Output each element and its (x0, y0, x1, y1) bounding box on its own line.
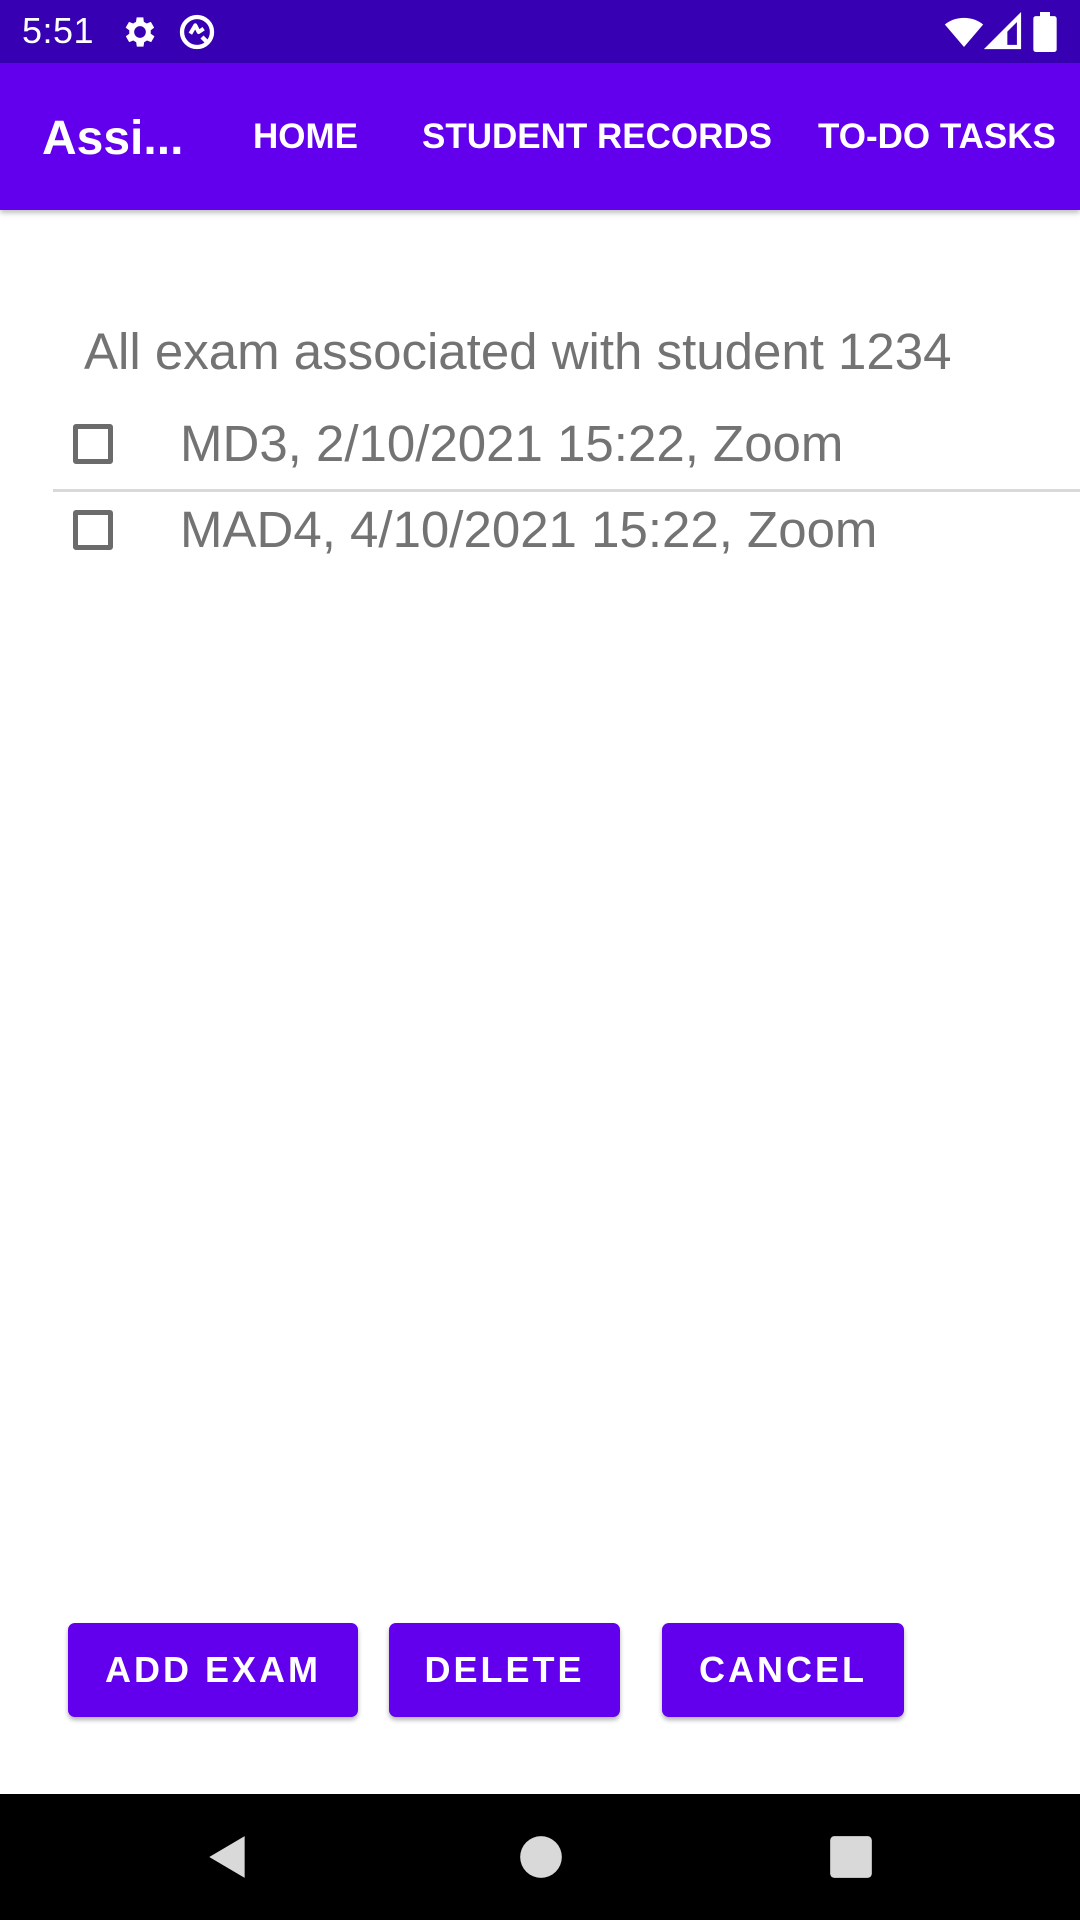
cell-signal-icon (984, 12, 1024, 52)
list-heading: All exam associated with student 1234 (84, 323, 952, 380)
exam-label: MD3, 2/10/2021 15:22, Zoom (180, 415, 844, 472)
exam-checkbox[interactable] (73, 510, 113, 550)
recents-icon[interactable] (826, 1832, 876, 1882)
delete-button[interactable]: DELETE (389, 1623, 620, 1717)
wifi-icon (944, 12, 984, 52)
exam-checkbox[interactable] (73, 424, 113, 464)
app-bar: Assi... HOME STUDENT RECORDS TO-DO TASKS (0, 63, 1080, 210)
gear-icon (120, 12, 160, 52)
menu-item-to-do-tasks[interactable]: TO-DO TASKS (818, 115, 1056, 159)
home-icon[interactable] (516, 1832, 566, 1882)
add-exam-button[interactable]: ADD EXAM (68, 1623, 358, 1717)
status-time: 5:51 (22, 10, 95, 51)
sync-icon (177, 12, 217, 52)
menu-item-student-records[interactable]: STUDENT RECORDS (422, 115, 772, 159)
list-item[interactable]: MAD4, 4/10/2021 15:22, Zoom (53, 488, 1080, 574)
cancel-button[interactable]: CANCEL (662, 1623, 904, 1717)
back-icon[interactable] (203, 1832, 253, 1882)
exam-label: MAD4, 4/10/2021 15:22, Zoom (180, 501, 878, 558)
list-item[interactable]: MD3, 2/10/2021 15:22, Zoom (53, 402, 1080, 488)
navigation-bar (0, 1794, 1080, 1920)
app-title: Assi... (42, 112, 184, 165)
screen: 5:51 Assi... HOME STUDENT RECORDS TO-DO … (0, 0, 1080, 1920)
menu-item-home[interactable]: HOME (253, 115, 358, 159)
status-bar: 5:51 (0, 0, 1080, 63)
battery-icon (1031, 12, 1059, 52)
